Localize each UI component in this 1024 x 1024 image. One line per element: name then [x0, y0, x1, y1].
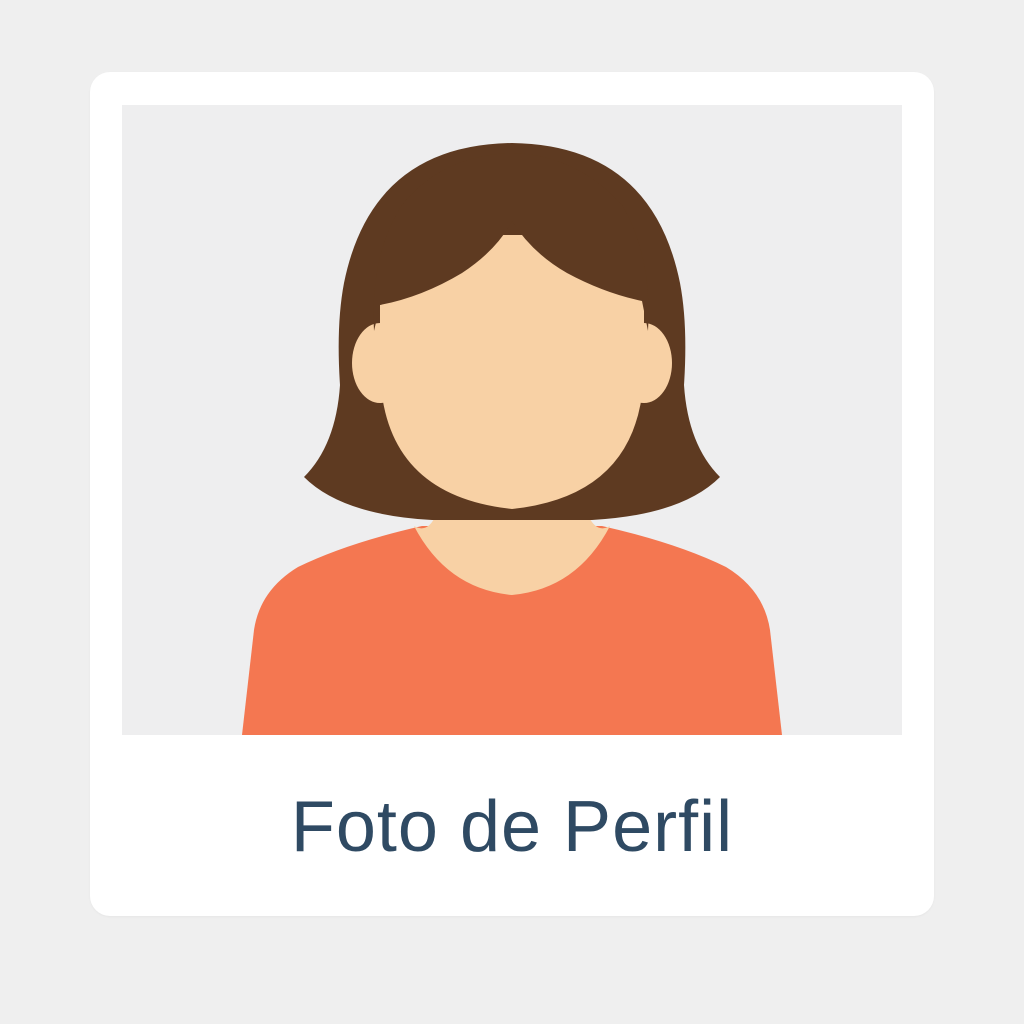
profile-photo-frame[interactable]	[122, 105, 902, 735]
profile-photo-card: Foto de Perfil	[90, 72, 934, 916]
profile-photo-caption: Foto de Perfil	[290, 787, 734, 867]
person-avatar-icon	[122, 105, 902, 735]
